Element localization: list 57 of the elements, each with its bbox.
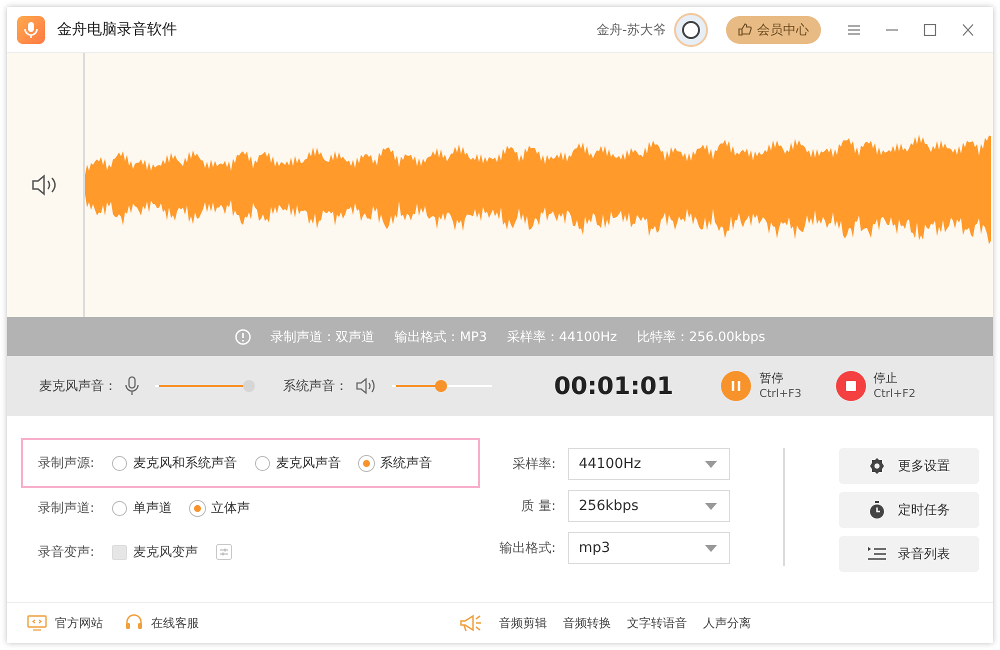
volume-label: 麦克风声音： [39,378,117,395]
field-label: 录制声源: [38,455,96,472]
info-text: 录制声道：双声道 [270,328,375,346]
dropdown[interactable]: 256kbps [568,490,730,522]
radio-option[interactable]: 系统声音 [359,454,432,472]
action-button[interactable]: 定时任务 [839,492,979,528]
field-label: 录制声道: [38,500,96,517]
radio-option[interactable]: 麦克风声音 [255,454,341,472]
radio-option[interactable]: 单声道 [112,499,172,517]
field-label: 采样率: [511,456,556,473]
volume-label: 系统声音： [283,378,348,395]
info-text: 输出格式：MP3 [394,328,488,346]
thumbs-up-icon [738,23,752,36]
caret-down-icon [704,502,717,510]
footer-link[interactable]: 官方网站 [27,614,103,632]
headset-icon [125,614,143,632]
speaker-icon [356,377,376,395]
radio-option[interactable]: 麦克风和系统声音 [112,454,237,472]
megaphone-icon [459,613,483,633]
tool-link[interactable]: 音频剪辑 [499,614,547,632]
gear-icon [868,457,886,475]
playlist-icon [868,546,886,562]
monitor-icon [27,615,47,631]
button-label: 停止 [874,371,899,386]
radio-option[interactable]: 立体声 [190,499,250,517]
action-button[interactable]: 更多设置 [839,448,979,484]
pause-button[interactable] [721,371,752,401]
shortcut-text: Ctrl+F3 [759,386,802,401]
field-label: 录音变声: [38,544,96,561]
microphone-logo-icon [17,16,45,44]
footer-link[interactable]: 在线客服 [125,614,199,632]
caret-down-icon [704,544,717,552]
stopwatch-icon [868,501,886,519]
field-label: 质 量: [520,498,556,515]
dropdown[interactable]: 44100Hz [568,448,730,480]
stop-icon [844,380,857,392]
caret-down-icon [704,460,717,468]
vip-button[interactable]: 会员中心 [726,16,821,44]
shortcut-text: Ctrl+F2 [874,386,916,401]
field-label: 输出格式: [498,540,556,557]
dropdown[interactable]: mp3 [568,532,730,564]
avatar-icon[interactable] [674,12,708,46]
window-title: 金舟电脑录音软件 [57,20,177,39]
info-text: 比特率：256.00kbps [637,328,766,346]
recording-timer: 00:01:01 [554,372,674,400]
tool-link[interactable]: 音频转换 [563,614,611,632]
microphone-icon [125,376,139,396]
info-text: 采样率：44100Hz [507,328,617,346]
user-name: 金舟-苏大爷 [596,22,666,38]
button-label: 暂停 [759,371,784,386]
stop-button[interactable] [836,371,866,401]
tool-link[interactable]: 人声分离 [703,614,751,632]
sliders-icon[interactable] [216,544,232,560]
action-button[interactable]: 录音列表 [839,536,979,572]
tool-link[interactable]: 文字转语音 [627,614,687,632]
info-icon [234,328,251,344]
pause-icon [731,380,742,392]
